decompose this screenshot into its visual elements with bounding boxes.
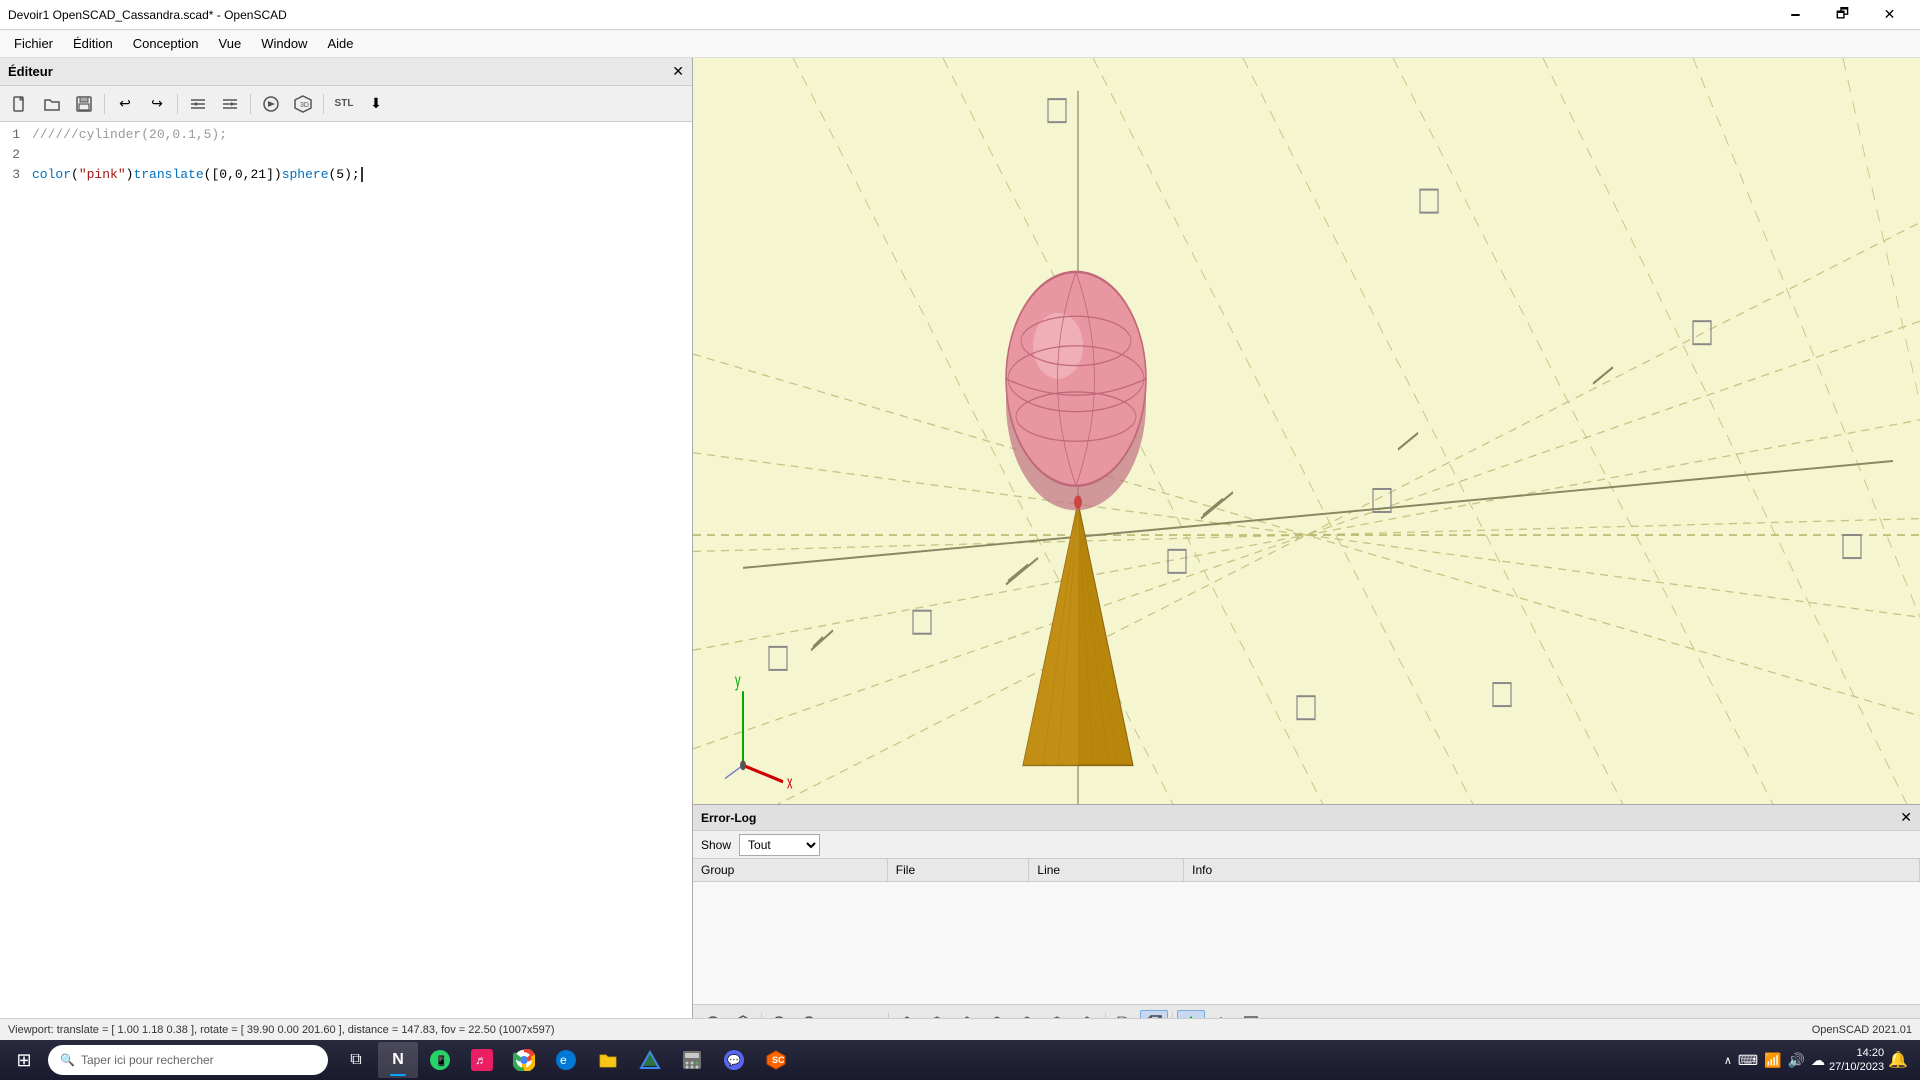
window-controls: 🗕 🗗 ✕ xyxy=(1773,0,1912,30)
close-button[interactable]: ✕ xyxy=(1867,0,1912,30)
system-tray: ∧ ⌨ 📶 🔊 ☁ xyxy=(1724,1052,1825,1069)
toolbar-sep-1 xyxy=(104,94,105,114)
error-log-filter: Show Tout Errors Warnings xyxy=(693,831,1920,859)
openscad-app[interactable]: SC xyxy=(756,1042,796,1078)
tray-volume[interactable]: 🔊 xyxy=(1788,1052,1805,1069)
render-preview-button[interactable] xyxy=(257,91,285,117)
tray-network[interactable]: 📶 xyxy=(1764,1052,1781,1069)
code-editor[interactable]: 1 //////cylinder(20,0.1,5); 2 3 color("p… xyxy=(0,122,692,1040)
toolbar-sep-4 xyxy=(323,94,324,114)
window-title: Devoir1 OpenSCAD_Cassandra.scad* - OpenS… xyxy=(8,8,287,22)
clock[interactable]: 14:20 27/10/2023 xyxy=(1829,1046,1884,1075)
editor-close-btn[interactable]: ✕ xyxy=(672,63,684,80)
svg-text:♬: ♬ xyxy=(475,1053,487,1067)
show-label: Show xyxy=(701,838,731,852)
col-group: Group xyxy=(693,859,887,882)
tray-keyboard[interactable]: ⌨ xyxy=(1738,1052,1758,1069)
editor-titlebar: Éditeur ✕ xyxy=(0,58,692,86)
edge-app[interactable]: e xyxy=(546,1042,586,1078)
calculator-app[interactable] xyxy=(672,1042,712,1078)
tray-cloud[interactable]: ☁ xyxy=(1811,1052,1825,1069)
error-log-titlebar: Error-Log ✕ xyxy=(693,805,1920,831)
search-bar[interactable]: 🔍 Taper ici pour rechercher xyxy=(48,1045,328,1075)
toolbar-sep-2 xyxy=(177,94,178,114)
export-button[interactable]: ⬇ xyxy=(362,91,390,117)
col-info: Info xyxy=(1184,859,1920,882)
error-log-table: Group File Line Info xyxy=(693,859,1920,1004)
drive-app[interactable] xyxy=(630,1042,670,1078)
col-file: File xyxy=(887,859,1029,882)
clock-time: 14:20 xyxy=(1829,1046,1884,1060)
taskbar-apps: ⧉ N 📱 ♬ e 💬 SC xyxy=(336,1042,796,1078)
editor-toolbar: ↩ ↪ 3D STL ⬇ xyxy=(0,86,692,122)
error-log-panel: Error-Log ✕ Show Tout Errors Warnings Gr… xyxy=(693,804,1920,1004)
svg-text:x: x xyxy=(787,773,793,794)
editor-title: Éditeur xyxy=(8,64,53,79)
code-line-2: 2 xyxy=(0,146,692,166)
statusbar-right-text: OpenSCAD 2021.01 xyxy=(1812,1024,1912,1036)
save-file-button[interactable] xyxy=(70,91,98,117)
menu-vue[interactable]: Vue xyxy=(209,32,252,55)
code-line-1: 1 //////cylinder(20,0.1,5); xyxy=(0,126,692,146)
svg-text:e: e xyxy=(560,1053,567,1067)
col-line: Line xyxy=(1029,859,1184,882)
statusbar-text: Viewport: translate = [ 1.00 1.18 0.38 ]… xyxy=(8,1024,555,1036)
line-code-3: color("pink")translate([0,0,21])sphere(5… xyxy=(28,167,692,182)
export-stl-button[interactable]: STL xyxy=(330,91,358,117)
open-file-button[interactable] xyxy=(38,91,66,117)
indent-more-button[interactable] xyxy=(216,91,244,117)
menu-window[interactable]: Window xyxy=(251,32,317,55)
svg-text:SC: SC xyxy=(772,1055,785,1065)
tray-expand[interactable]: ∧ xyxy=(1724,1054,1732,1067)
svg-text:y: y xyxy=(735,671,741,692)
taskbar: ⊞ 🔍 Taper ici pour rechercher ⧉ N 📱 ♬ e xyxy=(0,1040,1920,1080)
error-log-close-btn[interactable]: ✕ xyxy=(1900,809,1912,826)
editor-panel: Éditeur ✕ ↩ ↪ xyxy=(0,58,693,1040)
undo-button[interactable]: ↩ xyxy=(111,91,139,117)
clock-date: 27/10/2023 xyxy=(1829,1060,1884,1074)
menubar: Fichier Édition Conception Vue Window Ai… xyxy=(0,30,1920,58)
render-3d-button[interactable]: 3D xyxy=(289,91,317,117)
main-area: Éditeur ✕ ↩ ↪ xyxy=(0,58,1920,1040)
line-number-2: 2 xyxy=(0,147,28,162)
svg-text:3D: 3D xyxy=(300,102,309,109)
maximize-button[interactable]: 🗗 xyxy=(1820,0,1865,30)
menu-edition[interactable]: Édition xyxy=(63,32,123,55)
indent-less-button[interactable] xyxy=(184,91,212,117)
error-log-title: Error-Log xyxy=(701,811,756,825)
discord-app[interactable]: 💬 xyxy=(714,1042,754,1078)
titlebar: Devoir1 OpenSCAD_Cassandra.scad* - OpenS… xyxy=(0,0,1920,30)
svg-text:💬: 💬 xyxy=(727,1054,741,1067)
start-button[interactable]: ⊞ xyxy=(4,1042,44,1078)
line-code-1: //////cylinder(20,0.1,5); xyxy=(28,127,692,142)
line-number-3: 3 xyxy=(0,167,28,182)
menu-aide[interactable]: Aide xyxy=(317,32,363,55)
toolbar-sep-3 xyxy=(250,94,251,114)
right-area: x y xyxy=(693,58,1920,1040)
taskview-btn[interactable]: ⧉ xyxy=(336,1042,376,1078)
notion-app[interactable]: N xyxy=(378,1042,418,1078)
notification-btn[interactable]: 🔔 xyxy=(1888,1050,1908,1070)
filter-dropdown[interactable]: Tout Errors Warnings xyxy=(739,834,820,856)
music-app[interactable]: ♬ xyxy=(462,1042,502,1078)
search-placeholder: Taper ici pour rechercher xyxy=(81,1053,214,1067)
taskbar-right: ∧ ⌨ 📶 🔊 ☁ 14:20 27/10/2023 🔔 xyxy=(1724,1046,1916,1075)
code-line-3: 3 color("pink")translate([0,0,21])sphere… xyxy=(0,166,692,186)
menu-conception[interactable]: Conception xyxy=(123,32,209,55)
minimize-button[interactable]: 🗕 xyxy=(1773,0,1818,30)
search-icon: 🔍 xyxy=(60,1053,75,1067)
menu-fichier[interactable]: Fichier xyxy=(4,32,63,55)
files-app[interactable] xyxy=(588,1042,628,1078)
new-file-button[interactable] xyxy=(6,91,34,117)
redo-button[interactable]: ↪ xyxy=(143,91,171,117)
statusbar: Viewport: translate = [ 1.00 1.18 0.38 ]… xyxy=(0,1018,1920,1040)
svg-text:📱: 📱 xyxy=(435,1054,447,1067)
chrome-app[interactable] xyxy=(504,1042,544,1078)
line-number-1: 1 xyxy=(0,127,28,142)
whatsapp-app[interactable]: 📱 xyxy=(420,1042,460,1078)
